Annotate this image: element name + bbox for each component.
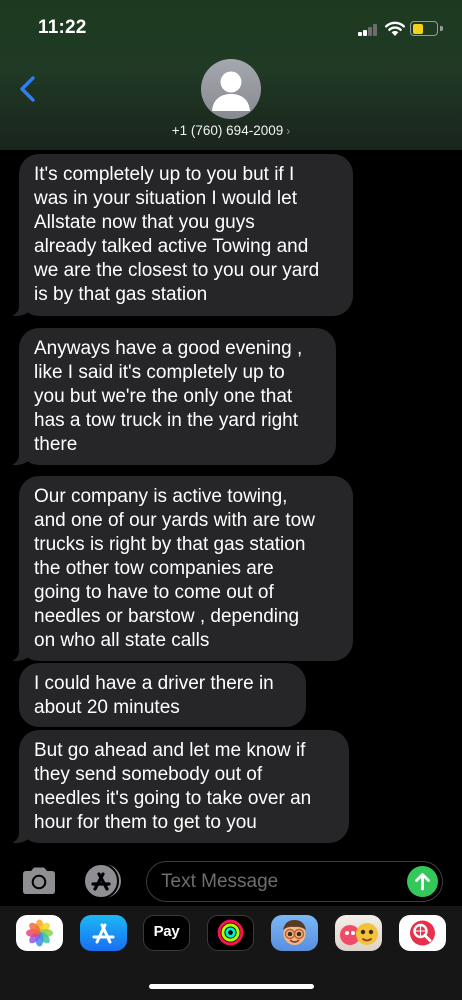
contact-phone-number: +1 (760) 694-2009 — [171, 123, 284, 138]
web-search-app-icon[interactable] — [399, 915, 446, 951]
battery-icon — [410, 21, 438, 36]
animoji-app-icon[interactable] — [335, 915, 382, 951]
activity-rings-icon — [217, 919, 244, 946]
conversation-header: 11:22 +1 (760) 694-2009 › — [0, 0, 462, 150]
app-store-apps-icon[interactable] — [82, 862, 124, 900]
message-bubble[interactable]: Anyways have a good evening , like I sai… — [9, 328, 336, 465]
memoji-app-icon[interactable] — [271, 915, 318, 951]
chevron-right-icon: › — [286, 124, 291, 138]
photos-flower-icon — [26, 919, 53, 947]
back-chevron-icon[interactable] — [14, 72, 44, 106]
message-bubble[interactable]: I could have a driver there in about 20 … — [19, 663, 306, 727]
message-bubble[interactable]: But go ahead and let me know if they sen… — [9, 730, 349, 843]
message-field[interactable] — [146, 861, 443, 902]
battery-cap — [440, 26, 443, 31]
message-bubble[interactable]: Our company is active towing, and one of… — [9, 476, 353, 661]
contact-name[interactable]: +1 (760) 694-2009 › — [0, 123, 462, 138]
send-button[interactable] — [407, 866, 438, 897]
cellular-signal-icon — [358, 24, 378, 36]
apple-pay-app-icon[interactable]: Pay — [143, 915, 190, 951]
arrow-up-icon — [415, 873, 430, 891]
apple-pay-label: Pay — [153, 923, 180, 940]
web-search-globe-icon — [410, 920, 435, 946]
photos-app-icon[interactable] — [16, 915, 63, 951]
home-indicator[interactable] — [149, 984, 314, 989]
status-time: 11:22 — [38, 17, 87, 38]
activity-app-icon[interactable] — [207, 915, 254, 951]
message-bubble[interactable]: It's completely up to you but if I was i… — [9, 154, 353, 316]
memoji-face-icon — [283, 920, 306, 945]
message-input[interactable] — [161, 869, 401, 894]
camera-icon[interactable] — [20, 866, 58, 896]
app-store-app-icon[interactable] — [80, 915, 127, 951]
contact-avatar[interactable] — [201, 59, 261, 119]
person-silhouette-icon — [212, 71, 250, 111]
wifi-icon — [385, 21, 405, 36]
animoji-faces-icon — [340, 923, 378, 945]
app-store-a-icon — [92, 923, 115, 944]
